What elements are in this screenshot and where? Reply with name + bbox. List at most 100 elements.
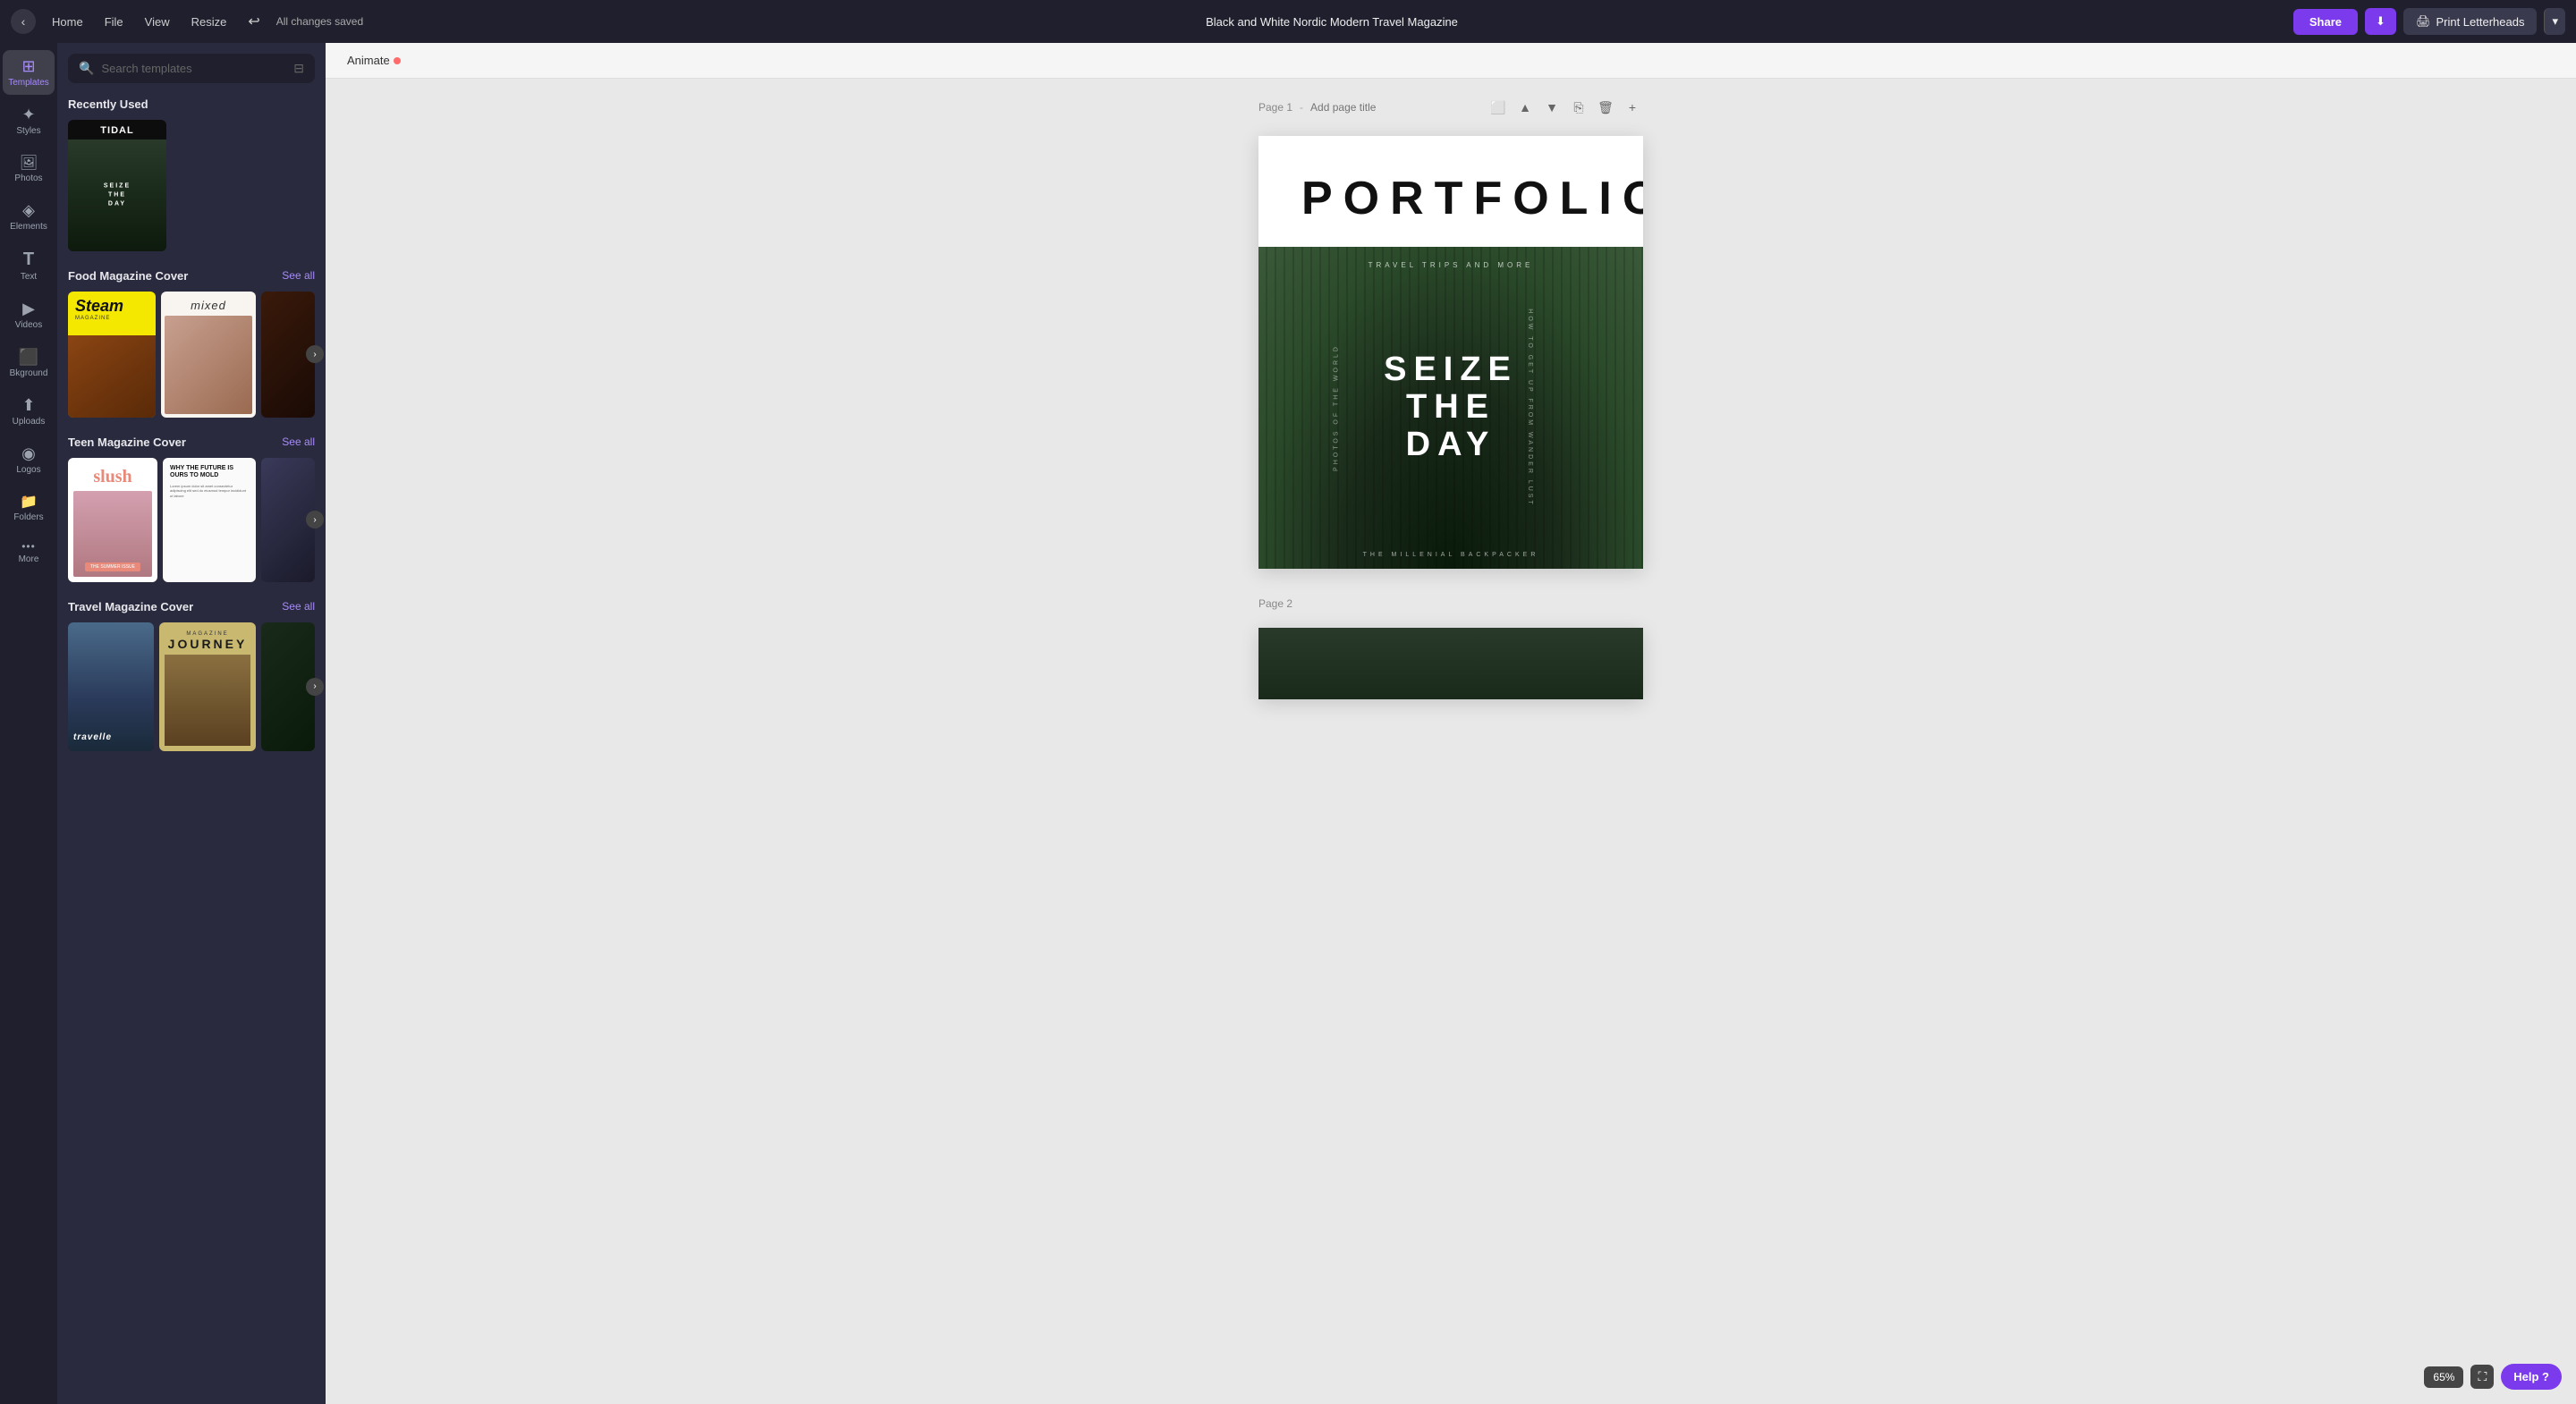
- seize-text-block: SEIZE THE DAY: [1384, 351, 1518, 463]
- mixed-title: mixed: [191, 299, 226, 312]
- print-caret-button[interactable]: ▾: [2544, 8, 2565, 35]
- search-icon: 🔍: [79, 61, 94, 76]
- teen-section-title: Teen Magazine Cover: [68, 436, 186, 449]
- steam-subtitle: MAGAZINE: [75, 316, 148, 321]
- sidebar-item-photos[interactable]: 🖼 Photos: [3, 147, 55, 190]
- travel-cards: travelle MAGAZINE JOURNEY ›: [68, 622, 315, 751]
- main-photo-container[interactable]: TRAVEL TRIPS AND MORE PHOTOS OF THE WORL…: [1258, 247, 1643, 569]
- filter-icon[interactable]: ⊟: [293, 61, 304, 76]
- teen-card-future[interactable]: WHY THE FUTURE IS OURS TO MOLD Lorem ips…: [163, 458, 256, 582]
- side-left-text: PHOTOS OF THE WORLD: [1333, 344, 1339, 471]
- bottom-text: THE MILLENIAL BACKPACKER: [1363, 552, 1539, 558]
- photos-icon: 🖼: [20, 154, 38, 172]
- sidebar-item-elements[interactable]: ◈ Elements: [3, 194, 55, 239]
- sidebar-item-videos[interactable]: ▶ Videos: [3, 292, 55, 337]
- food-card-mixed[interactable]: mixed: [161, 292, 256, 418]
- food-section-title: Food Magazine Cover: [68, 269, 188, 283]
- folders-icon: 📁: [20, 493, 38, 511]
- sidebar-item-templates[interactable]: ⊞ Templates: [3, 50, 55, 95]
- print-button[interactable]: 🖨 Print Letterheads: [2403, 8, 2538, 35]
- background-icon: ⬛: [19, 348, 38, 367]
- page1-document[interactable]: PORTFOLIO TRAVEL TRIPS AND MORE PHOTOS O…: [1258, 136, 1643, 569]
- topbar-actions: Share ⬇ 🖨 Print Letterheads ▾: [2293, 8, 2565, 35]
- help-button[interactable]: Help ?: [2501, 1364, 2562, 1390]
- sidebar-item-logos[interactable]: ◉ Logos: [3, 437, 55, 482]
- travel-trips-text: TRAVEL TRIPS AND MORE: [1368, 261, 1534, 269]
- bottom-bar: 65% ⛶ Help ?: [2424, 1364, 2562, 1390]
- elements-icon: ◈: [22, 201, 35, 220]
- templates-panel: 🔍 ⊟ Recently Used TIDAL SEIZETHEDAY Food…: [57, 43, 326, 1404]
- teen-see-all[interactable]: See all: [282, 436, 315, 448]
- food-cards: Steam MAGAZINE mixed ›: [68, 292, 315, 418]
- back-button[interactable]: ‹: [11, 9, 36, 34]
- search-input[interactable]: [101, 62, 286, 75]
- nav-resize[interactable]: Resize: [182, 10, 236, 34]
- sidebar-item-uploads[interactable]: ⬆ Uploads: [3, 389, 55, 434]
- videos-icon: ▶: [22, 300, 35, 318]
- teen-card-slush[interactable]: slush THE SUMMER ISSUE: [68, 458, 157, 582]
- zoom-expand-button[interactable]: ⛶: [2470, 1365, 2494, 1389]
- canvas-area: Page 1 - ⬜ ▲ ▼ ⎘ 🗑 +: [326, 79, 2576, 1404]
- teen-cards: slush THE SUMMER ISSUE WHY THE FUTURE IS…: [68, 458, 315, 582]
- sidebar-item-folders[interactable]: 📁 Folders: [3, 486, 55, 529]
- food-next-arrow[interactable]: ›: [306, 345, 324, 363]
- steam-label: Steam: [75, 297, 148, 316]
- teen-next-arrow[interactable]: ›: [306, 511, 324, 529]
- nav-home[interactable]: Home: [43, 10, 92, 34]
- travel-card-journey[interactable]: MAGAZINE JOURNEY: [159, 622, 256, 751]
- ru-title-text: TIDAL: [100, 120, 133, 140]
- topbar: ‹ Home File View Resize ↩ All changes sa…: [0, 0, 2576, 43]
- nav-file[interactable]: File: [96, 10, 132, 34]
- download-icon: ⬇: [2376, 14, 2385, 29]
- seize-line3: DAY: [1384, 427, 1518, 464]
- logos-icon: ◉: [21, 444, 36, 463]
- ru-seize-text: SEIZETHEDAY: [104, 182, 131, 208]
- undo-button[interactable]: ↩: [239, 7, 268, 36]
- food-card-steam[interactable]: Steam MAGAZINE: [68, 292, 156, 418]
- help-label: Help: [2513, 1370, 2538, 1383]
- page1-title-input[interactable]: [1310, 101, 1449, 114]
- recently-used-card[interactable]: TIDAL SEIZETHEDAY: [68, 120, 166, 251]
- nav-view[interactable]: View: [136, 10, 179, 34]
- sidebar-item-text[interactable]: T Text: [3, 242, 55, 289]
- page-add-icon[interactable]: +: [1622, 97, 1643, 118]
- travel-card-traveller[interactable]: travelle: [68, 622, 154, 751]
- page-up-icon[interactable]: ▲: [1514, 97, 1536, 118]
- main-layout: ⊞ Templates ✦ Styles 🖼 Photos ◈ Elements…: [0, 43, 2576, 1404]
- page2-document[interactable]: [1258, 628, 1643, 699]
- search-bar: 🔍 ⊟: [68, 54, 315, 83]
- travel-see-all[interactable]: See all: [282, 600, 315, 613]
- help-icon: ?: [2542, 1370, 2549, 1383]
- steam-image: [68, 335, 156, 418]
- page2-label-bar: Page 2: [1258, 597, 1643, 610]
- sidebar-item-background[interactable]: ⬛ Bkground: [3, 341, 55, 385]
- page-copy-icon[interactable]: ⎘: [1568, 97, 1589, 118]
- sidebar-item-more[interactable]: ••• More: [3, 533, 55, 571]
- page-delete-icon[interactable]: 🗑: [1595, 97, 1616, 118]
- canvas-container: Animate Page 1 - ⬜ ▲ ▼: [326, 43, 2576, 1404]
- food-section-header: Food Magazine Cover See all: [68, 269, 315, 283]
- download-button[interactable]: ⬇: [2365, 8, 2396, 35]
- zoom-level: 65%: [2424, 1366, 2463, 1388]
- animate-tab[interactable]: Animate: [340, 50, 408, 71]
- page-down-icon[interactable]: ▼: [1541, 97, 1563, 118]
- uploads-icon: ⬆: [21, 396, 35, 415]
- animate-dot: [394, 57, 401, 64]
- page-frame-icon[interactable]: ⬜: [1487, 97, 1509, 118]
- steam-card-content: Steam MAGAZINE: [68, 292, 156, 326]
- animate-label: Animate: [347, 54, 390, 67]
- traveller-title: travelle: [73, 732, 112, 742]
- traveller-bg: travelle: [68, 622, 154, 751]
- save-status: All changes saved: [276, 15, 363, 28]
- travel-next-arrow[interactable]: ›: [306, 678, 324, 696]
- share-button[interactable]: Share: [2293, 9, 2358, 35]
- food-see-all[interactable]: See all: [282, 269, 315, 282]
- portfolio-section: PORTFOLIO: [1258, 136, 1643, 225]
- future-title: WHY THE FUTURE IS OURS TO MOLD: [170, 465, 249, 480]
- seize-line1: SEIZE: [1384, 351, 1518, 389]
- canvas-wrapper[interactable]: Page 1 - ⬜ ▲ ▼ ⎘ 🗑 +: [326, 79, 2576, 1404]
- sidebar-item-styles[interactable]: ✦ Styles: [3, 98, 55, 143]
- page-label-separator: -: [1300, 101, 1303, 114]
- recently-used-title: Recently Used: [68, 97, 148, 111]
- page1-actions: ⬜ ▲ ▼ ⎘ 🗑 +: [1487, 97, 1643, 118]
